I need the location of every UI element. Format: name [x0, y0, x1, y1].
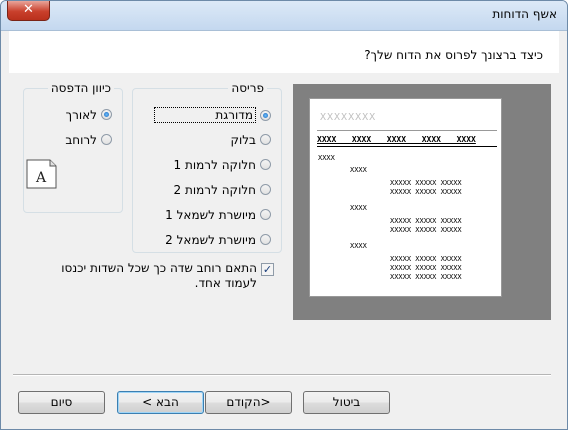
radio-button[interactable] — [101, 134, 112, 145]
fit-fields-checkbox[interactable]: ✓ — [261, 263, 274, 276]
layout-align-left2-label: מיושרת לשמאל 2 — [165, 232, 256, 247]
layout-block-radio[interactable]: בלוק — [230, 132, 271, 150]
radio-button[interactable] — [260, 134, 271, 145]
page-icon: A — [26, 159, 57, 189]
orientation-portrait-radio[interactable]: לאורך — [66, 107, 112, 125]
cancel-button[interactable]: ביטול — [303, 391, 390, 414]
layout-stepped-radio[interactable]: מדורגת — [154, 107, 271, 125]
layout-stepped-label: מדורגת — [154, 107, 256, 123]
preview-detail-row: XXXXX XXXXX XXXXX — [390, 273, 462, 281]
orientation-portrait-label: לאורך — [65, 107, 97, 122]
radio-button[interactable] — [260, 159, 271, 170]
layout-align-left2-radio[interactable]: מיושרת לשמאל 2 — [165, 232, 271, 250]
preview-detail-row: XXXXX XXXXX XXXXX — [390, 179, 462, 187]
preview-page: XXXXXXXX XXXX XXXX XXXX XXXX XXXX XXXX X… — [309, 98, 502, 297]
layout-align-left1-radio[interactable]: מיושרת לשמאל 1 — [165, 207, 271, 225]
orientation-landscape-radio[interactable]: לרוחב — [65, 132, 112, 150]
back-button[interactable]: <הקודם — [205, 391, 292, 414]
page-icon-letter: A — [35, 170, 47, 186]
orientation-landscape-label: לרוחב — [65, 132, 97, 147]
finish-button[interactable]: סיום — [18, 391, 105, 414]
title-bar[interactable]: ✕ אשף הדוחות — [1, 1, 567, 31]
preview-detail-row: XXXXX XXXXX XXXXX — [390, 188, 462, 196]
preview-header-row: XXXX XXXX XXXX XXXX XXXX — [317, 135, 476, 144]
radio-button[interactable] — [260, 234, 271, 245]
layout-outline1-label: חלוקה לרמות 1 — [173, 157, 256, 172]
layout-block-label: בלוק — [230, 132, 256, 147]
report-wizard-window: ✕ אשף הדוחות כיצד ברצונך לפרוס את הדוח ש… — [0, 0, 568, 430]
button-separator — [13, 374, 551, 376]
radio-button[interactable] — [260, 184, 271, 195]
preview-divider — [317, 130, 497, 131]
preview-header-line — [317, 146, 497, 147]
close-icon: ✕ — [23, 2, 34, 17]
preview-detail-row: XXXXX XXXXX XXXXX — [390, 226, 462, 234]
layout-align-left1-label: מיושרת לשמאל 1 — [165, 207, 256, 222]
fit-fields-label: התאם רוחב שדה כך שכל השדות יכנסו לעמוד א… — [61, 261, 257, 290]
window-title: אשף הדוחות — [492, 7, 557, 21]
radio-button[interactable] — [101, 109, 112, 120]
radio-button[interactable] — [260, 209, 271, 220]
radio-button[interactable] — [260, 109, 271, 121]
preview-title: XXXXXXXX — [320, 112, 377, 123]
preview-group2: XXXX — [350, 242, 367, 250]
preview-group2: XXXX — [350, 166, 367, 174]
layout-legend: פריסה — [231, 81, 264, 95]
layout-outline1-radio[interactable]: חלוקה לרמות 1 — [174, 157, 271, 175]
next-button[interactable]: הבא > — [117, 391, 204, 414]
orientation-legend: כיוון הדפסה — [50, 81, 111, 95]
layout-outline2-label: חלוקה לרמות 2 — [173, 182, 256, 197]
preview-detail-row: XXXXX XXXXX XXXXX — [390, 217, 462, 225]
preview-group2: XXXX — [350, 204, 367, 212]
preview-group1: XXXX — [318, 154, 335, 162]
close-button[interactable]: ✕ — [7, 1, 50, 21]
preview-detail-row: XXXXX XXXXX XXXXX — [390, 264, 462, 272]
preview-detail-row: XXXXX XXXXX XXXXX — [390, 255, 462, 263]
page-question: כיצד ברצונך לפרוס את הדוח שלך? — [364, 48, 543, 62]
layout-outline2-radio[interactable]: חלוקה לרמות 2 — [174, 182, 271, 200]
